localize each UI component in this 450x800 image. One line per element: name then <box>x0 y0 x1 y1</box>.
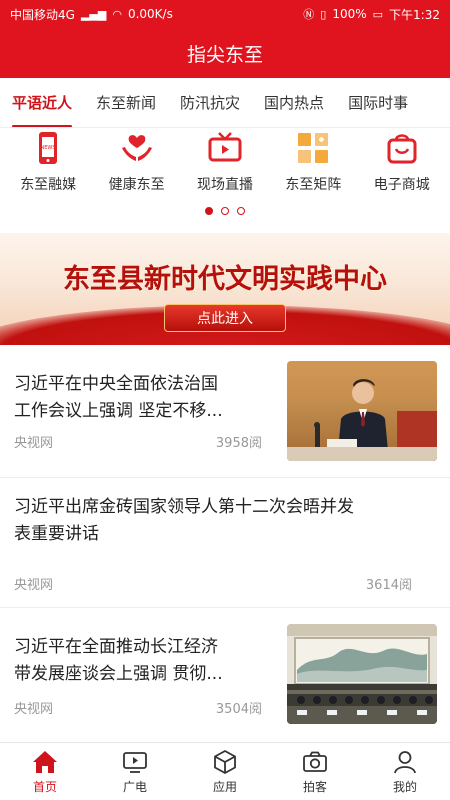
news-title-line: 习近平在全面推动长江经济 <box>14 637 218 657</box>
box-icon <box>214 749 236 774</box>
carousel-indicator <box>0 207 450 219</box>
svg-text:NEWS: NEWS <box>41 145 56 151</box>
news-reads: 3958阅 <box>215 436 262 451</box>
news-thumbnail <box>287 361 437 461</box>
news-title-line: 习近平在中央全面依法治国 <box>14 374 218 394</box>
nav-broadcast[interactable]: 广电 <box>95 749 175 795</box>
bottom-nav: 首页 广电 应用 拍客 我的 <box>0 742 450 800</box>
tv-icon <box>123 751 147 773</box>
news-title: 习近平在全面推动长江经济 带发展座谈会上强调 贯彻... <box>14 634 276 688</box>
tab-international[interactable]: 国际时事 <box>336 78 420 127</box>
page-title: 指尖东至 <box>186 43 263 66</box>
tab-label: 东至新闻 <box>96 94 157 112</box>
news-title: 习近平在中央全面依法治国 工作会议上强调 坚定不移... <box>14 371 276 425</box>
news-title: 习近平出席金砖国家领导人第十二次会晤并发 表重要讲话 <box>14 494 438 548</box>
user-icon <box>394 750 416 773</box>
nav-paike[interactable]: 拍客 <box>275 749 355 795</box>
nav-label: 广电 <box>122 779 147 794</box>
nfc-icon: Ⓝ <box>303 8 315 21</box>
news-meta: 央视网 3504阅 <box>14 698 262 717</box>
news-source: 央视网 <box>14 578 54 593</box>
quick-link-label: 东至融媒 <box>20 177 77 193</box>
signal-icon: ▂▄▆ <box>80 7 107 21</box>
quick-link-matrix[interactable]: 东至矩阵 <box>270 130 356 194</box>
carousel-dot[interactable] <box>221 207 229 215</box>
news-title-line: 表重要讲话 <box>14 524 99 544</box>
news-item[interactable]: 习近平出席金砖国家领导人第十二次会晤并发 表重要讲话 央视网 3614阅 <box>0 478 450 608</box>
health-hands-icon <box>121 135 152 161</box>
phone-news-icon: NEWS <box>39 132 58 164</box>
tab-label: 国际时事 <box>348 94 409 112</box>
civilization-center-banner[interactable]: 东至县新时代文明实践中心 点此进入 <box>0 233 450 345</box>
vibrate-icon: ▯ <box>320 7 327 21</box>
carrier-label: 中国移动4G <box>10 7 75 22</box>
home-icon <box>33 750 57 773</box>
conference-photo <box>287 361 437 461</box>
quick-link-label: 电子商城 <box>373 177 430 193</box>
news-title-line: 工作会议上强调 坚定不移... <box>14 401 223 421</box>
battery-percent: 100% <box>332 7 367 21</box>
news-meta: 央视网 3958阅 <box>14 432 262 451</box>
carousel-dot[interactable] <box>205 207 213 215</box>
wifi-icon: ◠ <box>112 7 122 21</box>
nav-home[interactable]: 首页 <box>5 749 85 795</box>
carousel-dot[interactable] <box>237 207 245 215</box>
news-reads: 3504阅 <box>215 702 262 717</box>
status-time: 下午1:32 <box>389 7 440 22</box>
app-header: 指尖东至 <box>0 28 450 78</box>
news-source: 央视网 <box>14 702 54 717</box>
tab-dongzhi-news[interactable]: 东至新闻 <box>84 78 168 127</box>
news-meta: 央视网 3614阅 <box>14 574 412 593</box>
quick-link-label: 东至矩阵 <box>285 177 342 193</box>
quick-link-live[interactable]: 现场直播 <box>182 130 268 194</box>
meeting-hall-photo <box>287 624 437 724</box>
news-thumbnail <box>287 624 437 724</box>
quick-link-media[interactable]: NEWS 东至融媒 <box>5 130 91 194</box>
banner-title: 东至县新时代文明实践中心 <box>63 264 387 295</box>
enter-button[interactable]: 点此进入 <box>164 304 286 332</box>
battery-icon: ▭ <box>372 7 384 21</box>
category-tabs: 平语近人 东至新闻 防汛抗灾 国内热点 国际时事 <box>0 78 450 128</box>
tab-domestic[interactable]: 国内热点 <box>252 78 336 127</box>
nav-label: 首页 <box>32 779 57 794</box>
shopping-bag-icon <box>387 134 417 164</box>
tab-label: 平语近人 <box>12 94 73 112</box>
news-reads: 3614阅 <box>365 578 412 593</box>
news-item[interactable]: 习近平在中央全面依法治国 工作会议上强调 坚定不移... 央视网 3958阅 <box>0 345 450 478</box>
nav-label: 我的 <box>392 779 417 794</box>
quick-link-health[interactable]: 健康东至 <box>94 130 180 194</box>
nav-label: 拍客 <box>302 779 327 794</box>
matrix-grid-icon <box>298 133 329 163</box>
network-speed: 0.00K/s <box>127 7 173 21</box>
quick-links: NEWS 东至融媒 健康东至 现场直播 东至矩阵 电子商城 <box>0 130 450 202</box>
tab-pingyu[interactable]: 平语近人 <box>0 78 84 127</box>
news-item[interactable]: 习近平在全面推动长江经济 带发展座谈会上强调 贯彻... 央视网 3504阅 <box>0 608 450 742</box>
status-bar: 中国移动4G ▂▄▆ ◠ 0.00K/s Ⓝ ▯ 100% ▭ 下午1:32 <box>0 0 450 28</box>
tab-flood-control[interactable]: 防汛抗灾 <box>168 78 252 127</box>
live-tv-icon <box>208 132 242 162</box>
quick-link-label: 健康东至 <box>108 177 165 193</box>
tab-label: 国内热点 <box>264 94 325 112</box>
news-title-line: 习近平出席金砖国家领导人第十二次会晤并发 <box>14 497 354 517</box>
news-source: 央视网 <box>14 436 54 451</box>
quick-link-label: 现场直播 <box>196 177 253 193</box>
nav-apps[interactable]: 应用 <box>185 749 265 795</box>
nav-label: 应用 <box>212 779 237 794</box>
news-title-line: 带发展座谈会上强调 贯彻... <box>14 664 223 684</box>
camera-icon <box>303 751 327 772</box>
quick-link-mall[interactable]: 电子商城 <box>359 130 445 194</box>
nav-profile[interactable]: 我的 <box>365 749 445 795</box>
tab-label: 防汛抗灾 <box>180 94 241 112</box>
